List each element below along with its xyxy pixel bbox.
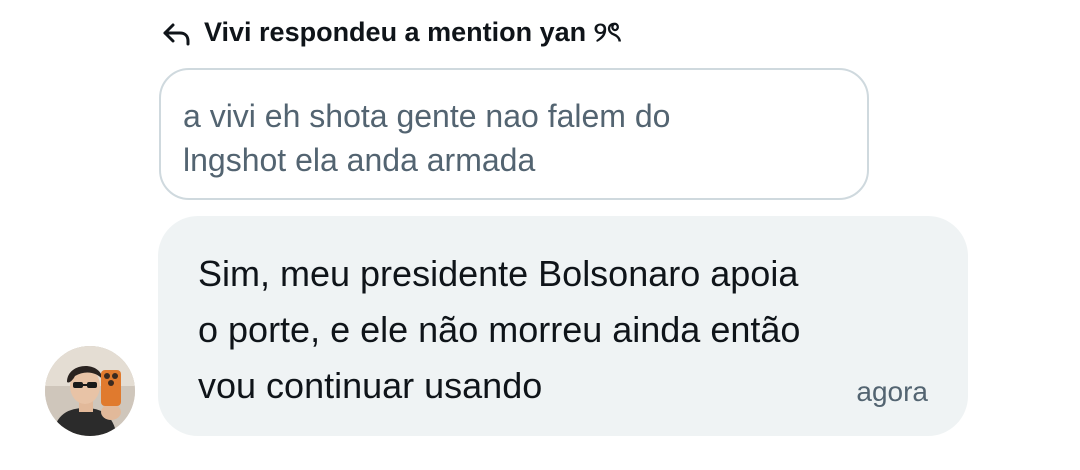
reply-context-header: Vivi respondeu a mention yan ୨ৎ [160, 14, 621, 54]
message-text: Sim, meu presidente Bolsonaro apoia o po… [198, 253, 801, 406]
avatar-image [45, 346, 135, 436]
reply-context-text: Vivi respondeu a mention yan ୨ৎ [204, 16, 622, 47]
message-bubble[interactable]: Sim, meu presidente Bolsonaro apoia o po… [158, 216, 968, 436]
quoted-message-text: a vivi eh shota gente nao falem do lngsh… [183, 98, 671, 178]
sender-avatar[interactable] [45, 346, 135, 436]
message-timestamp: agora [856, 376, 928, 407]
reply-arrow-icon [160, 18, 192, 50]
quoted-message[interactable]: a vivi eh shota gente nao falem do lngsh… [159, 68, 869, 200]
